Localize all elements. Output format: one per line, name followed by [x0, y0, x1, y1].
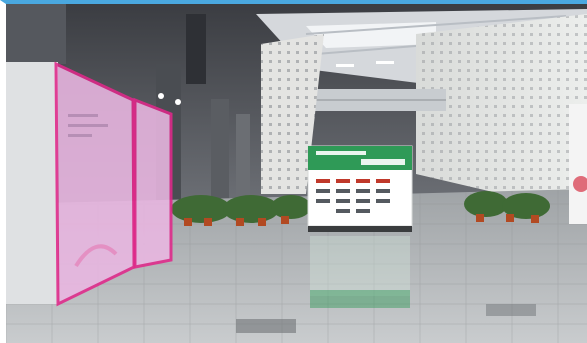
exhibition-hall-photo	[6, 4, 587, 343]
highlighted-panel-side	[133, 97, 173, 269]
highlighted-panel-front	[54, 61, 136, 307]
exhibition-sign	[307, 145, 413, 308]
photo-frame	[0, 0, 587, 343]
